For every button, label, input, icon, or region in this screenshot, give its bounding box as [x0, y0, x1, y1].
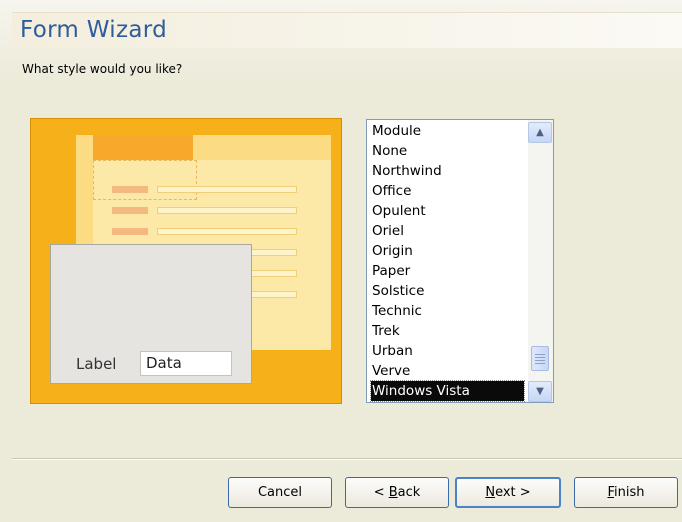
list-item[interactable]: Office — [371, 181, 524, 201]
next-button-accesskey: N — [485, 485, 496, 500]
chevron-up-icon: ▲ — [536, 127, 544, 138]
list-item[interactable]: Trek — [371, 321, 524, 341]
preview-row-field — [157, 186, 297, 193]
list-item[interactable]: Solstice — [371, 281, 524, 301]
style-listbox[interactable]: Module None Northwind Office Opulent Ori… — [366, 119, 554, 403]
back-button-label: ack — [397, 485, 421, 500]
list-item[interactable]: Verve — [371, 361, 524, 381]
list-item-selected[interactable]: Windows Vista — [370, 380, 525, 402]
scroll-thumb-grip — [535, 363, 545, 364]
list-item[interactable]: Module — [371, 121, 524, 141]
finish-button[interactable]: Finish — [574, 477, 678, 508]
preview-row-label — [112, 207, 148, 214]
finish-button-label: inish — [614, 485, 645, 500]
scroll-down-button[interactable]: ▼ — [528, 381, 552, 402]
list-item[interactable]: Opulent — [371, 201, 524, 221]
cancel-button[interactable]: Cancel — [228, 477, 332, 508]
preview-label-text: Label — [76, 355, 117, 373]
preview-row-label — [112, 186, 148, 193]
cancel-button-label: Cancel — [257, 485, 303, 500]
list-item[interactable]: None — [371, 141, 524, 161]
footer-divider — [12, 458, 682, 460]
list-item[interactable]: Origin — [371, 241, 524, 261]
scroll-thumb-grip — [535, 360, 545, 361]
list-item[interactable]: Paper — [371, 261, 524, 281]
list-item[interactable]: Northwind — [371, 161, 524, 181]
preview-selection-outline — [93, 160, 197, 200]
next-button-label: ext > — [495, 485, 531, 500]
preview-form-header — [93, 135, 193, 160]
style-question: What style would you like? — [22, 62, 183, 76]
next-button[interactable]: Next > — [455, 477, 561, 508]
preview-row-field — [157, 228, 297, 235]
list-item[interactable]: Oriel — [371, 221, 524, 241]
preview-data-field: Data — [140, 351, 232, 376]
chevron-down-icon: ▼ — [536, 386, 544, 397]
back-button-prefix: < — [373, 485, 389, 500]
preview-row-label — [112, 228, 148, 235]
scroll-thumb-grip — [535, 354, 545, 355]
back-button[interactable]: < Back — [345, 477, 449, 508]
window-title: Form Wizard — [20, 17, 167, 43]
back-button-accesskey: B — [388, 485, 398, 500]
preview-row-field — [157, 207, 297, 214]
list-item[interactable]: Urban — [371, 341, 524, 361]
scroll-thumb[interactable] — [531, 346, 549, 371]
scroll-thumb-grip — [535, 357, 545, 358]
list-item[interactable]: Technic — [371, 301, 524, 321]
scroll-up-button[interactable]: ▲ — [528, 122, 552, 143]
